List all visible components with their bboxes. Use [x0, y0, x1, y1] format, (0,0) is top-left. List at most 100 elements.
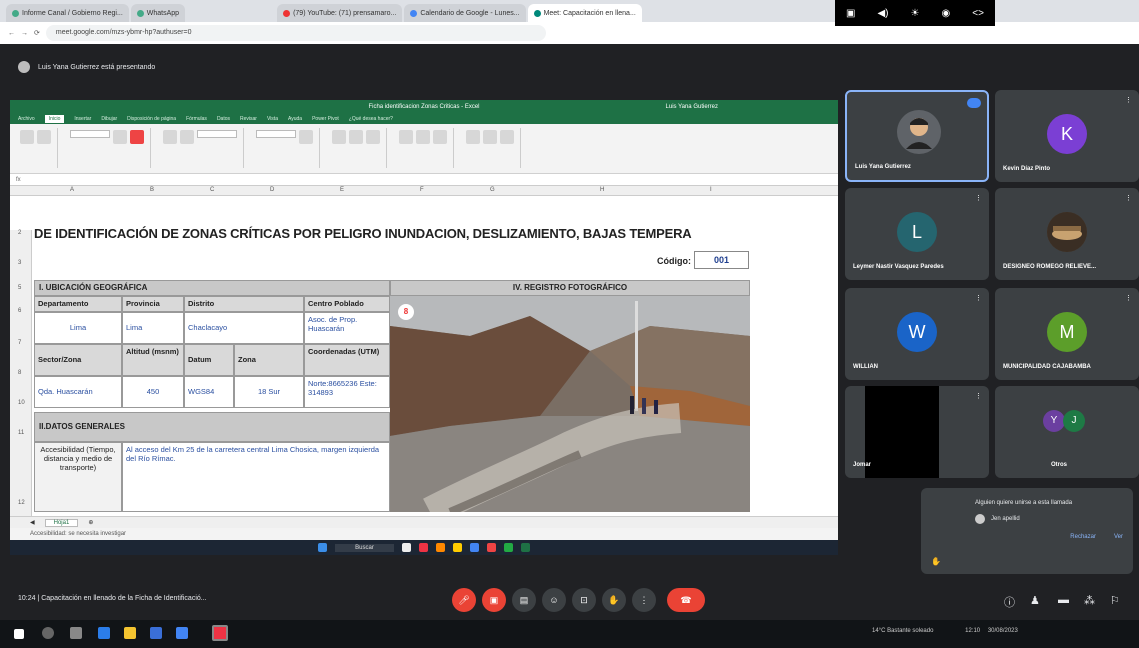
app-icon[interactable] [418, 543, 428, 552]
value-departamento[interactable]: Lima [34, 312, 122, 344]
cut-icon[interactable] [37, 130, 51, 144]
task-view-icon[interactable] [70, 627, 82, 639]
font-color-icon[interactable] [130, 130, 144, 144]
value-altitud[interactable]: 450 [122, 376, 184, 408]
edge-icon[interactable] [98, 627, 110, 639]
camera-off-button[interactable]: ▣ [482, 588, 506, 612]
wifi-icon[interactable]: ◉ [942, 8, 951, 19]
participant-tile[interactable]: L ⋮ Leymer Nastir Vasquez Paredes [845, 188, 989, 280]
menu-item[interactable]: Archivo [18, 116, 35, 122]
mic-off-button[interactable]: 🎤︎ [452, 588, 476, 612]
merge-button[interactable] [197, 130, 237, 138]
app-icon[interactable] [401, 543, 411, 552]
prev-sheet-icon[interactable]: ◀ [30, 519, 35, 526]
excel-icon[interactable] [520, 543, 530, 552]
sort-filter-icon[interactable] [483, 130, 497, 144]
menu-item[interactable]: ¿Qué desea hacer? [349, 116, 393, 122]
conditional-format-icon[interactable] [332, 130, 346, 144]
menu-item[interactable]: Dibujar [101, 116, 117, 122]
paste-icon[interactable] [20, 130, 34, 144]
participant-tile[interactable]: ⋮ Jomar [845, 386, 989, 478]
menu-item[interactable]: Insertar [74, 116, 91, 122]
value-zona[interactable]: 18 Sur [234, 376, 304, 408]
start-icon[interactable] [14, 629, 24, 639]
forward-icon[interactable]: → [21, 30, 28, 37]
participant-tile[interactable]: Luis Yana Gutierrez [845, 90, 989, 182]
store-icon[interactable] [150, 627, 162, 639]
codigo-value[interactable]: 001 [694, 251, 749, 269]
browser-tab[interactable]: Informe Canal / Gobierno Regi... [6, 4, 129, 22]
browser-tab[interactable]: WhatsApp [130, 4, 186, 22]
field-photo[interactable]: 8 [390, 296, 750, 512]
menu-item[interactable]: Datos [217, 116, 230, 122]
app-icon[interactable] [452, 543, 462, 552]
menu-item[interactable]: Ayuda [288, 116, 302, 122]
chat-icon[interactable]: ▬ [1058, 594, 1069, 606]
autosum-icon[interactable] [466, 130, 480, 144]
menu-item[interactable]: Inicio [44, 115, 65, 123]
insert-cells-icon[interactable] [399, 130, 413, 144]
people-icon[interactable]: ♟ [1030, 594, 1040, 607]
windows-start-icon[interactable] [318, 543, 328, 552]
browser-tab-active[interactable]: Meet: Capacitación en llena... [527, 4, 642, 22]
captions-button[interactable]: ▤ [512, 588, 536, 612]
chrome-icon[interactable] [469, 543, 479, 552]
app-icon[interactable] [503, 543, 513, 552]
sheet-tab-hoja1[interactable]: Hoja1 [44, 518, 79, 527]
more-options-button[interactable]: ⋮ [632, 588, 656, 612]
explorer-icon[interactable] [124, 627, 136, 639]
format-cells-icon[interactable] [433, 130, 447, 144]
bold-icon[interactable] [113, 130, 127, 144]
browser-tab[interactable]: (79) YouTube: (71) prensamaro... [277, 4, 403, 22]
mail-icon[interactable] [176, 627, 188, 639]
view-button[interactable]: Ver [1114, 534, 1123, 540]
align-icon[interactable] [163, 130, 177, 144]
participant-tile[interactable]: W ⋮ WILLIAN [845, 288, 989, 380]
value-sector-zona[interactable]: Qda. Huascarán [34, 376, 122, 408]
code-icon[interactable]: <> [972, 8, 984, 19]
app-icon[interactable] [435, 543, 445, 552]
add-sheet-icon[interactable]: ⊕ [88, 519, 93, 526]
brightness-icon[interactable]: ☀ [911, 8, 920, 19]
app-icon[interactable] [486, 543, 496, 552]
url-field[interactable]: meet.google.com/mzs-ybmr-hp?authuser=0 [45, 25, 546, 41]
value-centro-poblado[interactable]: Asoc. de Prop. Huascarán [304, 312, 390, 344]
table-format-icon[interactable] [349, 130, 363, 144]
emoji-button[interactable]: ☺ [542, 588, 566, 612]
value-datum[interactable]: WGS84 [184, 376, 234, 408]
value-accesibilidad[interactable]: Al acceso del Km 25 de la carretera cent… [122, 442, 390, 512]
delete-cells-icon[interactable] [416, 130, 430, 144]
value-distrito[interactable]: Chaclacayo [184, 312, 304, 344]
menu-item[interactable]: Revisar [240, 116, 257, 122]
participant-tile[interactable]: K ⋮ Kevin Díaz Pinto [995, 90, 1139, 182]
wrap-icon[interactable] [180, 130, 194, 144]
cell-styles-icon[interactable] [366, 130, 380, 144]
info-icon[interactable]: ⓘ [1004, 594, 1015, 610]
percent-icon[interactable] [299, 130, 313, 144]
font-select[interactable] [70, 130, 110, 138]
menu-item[interactable]: Power Pivot [312, 116, 339, 122]
value-provincia[interactable]: Lima [122, 312, 184, 344]
browser-tab[interactable]: Calendario de Google - Lunes... [404, 4, 526, 22]
volume-icon[interactable]: ◀) [877, 8, 888, 19]
value-coordenadas[interactable]: Norte:8665236 Este: 314893 [304, 376, 390, 408]
menu-item[interactable]: Disposición de página [127, 116, 176, 122]
number-format-select[interactable] [256, 130, 296, 138]
end-call-button[interactable]: ☎ [667, 588, 705, 612]
participant-tile[interactable]: ⋮ DESIGNEO ROMEGO RELIEVE... [995, 188, 1139, 280]
host-controls-icon[interactable]: ⚐ [1110, 594, 1120, 607]
present-button[interactable]: ⊡ [572, 588, 596, 612]
participant-tile[interactable]: M ⋮ MUNICIPALIDAD CAJABAMBA [995, 288, 1139, 380]
chrome-icon[interactable] [212, 625, 228, 641]
reload-icon[interactable]: ⟳ [34, 29, 40, 37]
find-icon[interactable] [500, 130, 514, 144]
back-icon[interactable]: ← [8, 30, 15, 37]
activities-icon[interactable]: ⁂ [1084, 594, 1095, 607]
presenter-search[interactable]: Buscar [335, 543, 394, 552]
participant-tile-others[interactable]: Y J Otros [995, 386, 1139, 478]
screen-icon[interactable]: ▣ [846, 8, 855, 19]
formula-bar[interactable]: fx [10, 174, 838, 186]
menu-item[interactable]: Vista [267, 116, 278, 122]
raise-hand-button[interactable]: ✋ [602, 588, 626, 612]
search-icon[interactable] [42, 627, 54, 639]
